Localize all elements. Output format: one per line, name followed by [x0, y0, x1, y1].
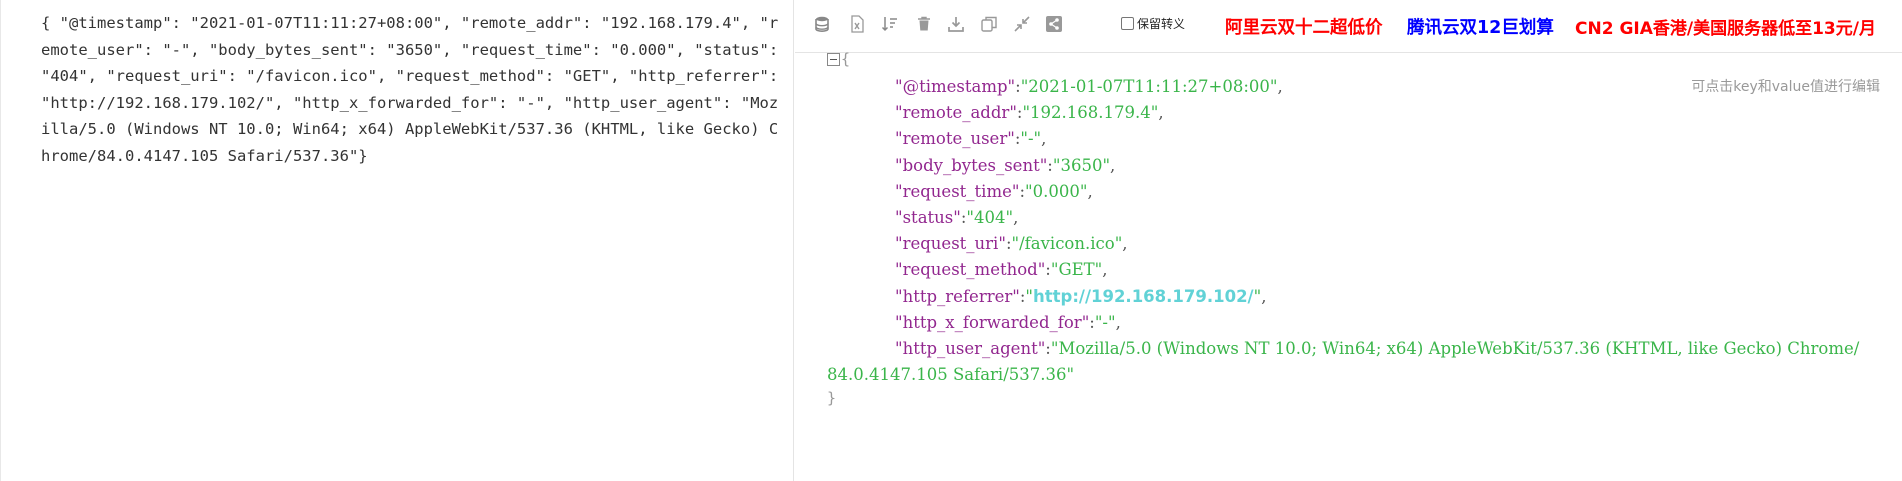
json-entry-remote-addr: "remote_addr":"192.168.179.4", [895, 103, 1164, 123]
ad-link-tencent[interactable]: 腾讯云双12巨划算 [1407, 14, 1554, 39]
json-value[interactable]: "-" [1095, 313, 1116, 332]
trash-icon[interactable] [913, 13, 935, 35]
json-entry-body-bytes-sent: "body_bytes_sent":"3650", [895, 155, 1116, 175]
json-value[interactable]: "GET" [1051, 260, 1102, 279]
close-brace: } [827, 389, 837, 407]
json-key[interactable]: "remote_addr" [895, 103, 1017, 122]
json-entry-request-method: "request_method":"GET", [895, 260, 1108, 280]
json-key[interactable]: "status" [895, 208, 961, 227]
json-entry-request-uri: "request_uri":"/favicon.ico", [895, 234, 1128, 254]
excel-icon[interactable] [846, 13, 868, 35]
keep-escape-label: 保留转义 [1137, 17, 1186, 31]
json-entry-timestamp: "@timestamp":"2021-01-07T11:11:27+08:00"… [895, 77, 1283, 96]
json-value[interactable]: "3650" [1053, 156, 1110, 175]
json-value-quote: " [1025, 286, 1033, 306]
open-brace: { [841, 50, 851, 68]
json-key[interactable]: "http_x_forwarded_for" [895, 313, 1089, 332]
json-key[interactable]: "http_user_agent" [895, 339, 1045, 358]
json-key[interactable]: "body_bytes_sent" [895, 156, 1047, 175]
json-value[interactable]: "192.168.179.4" [1022, 103, 1158, 122]
json-entry-http-referrer: "http_referrer":"http://192.168.179.102/… [895, 286, 1267, 306]
json-value[interactable]: "-" [1020, 129, 1041, 148]
database-icon[interactable] [811, 13, 833, 35]
json-value-link[interactable]: http://192.168.179.102/ [1033, 287, 1254, 306]
json-key[interactable]: "request_method" [895, 260, 1045, 279]
json-key[interactable]: "request_time" [895, 182, 1019, 201]
download-icon[interactable] [945, 13, 967, 35]
json-entry-http-x-forwarded-for: "http_x_forwarded_for":"-", [895, 312, 1121, 332]
json-key[interactable]: "request_uri" [895, 234, 1006, 253]
raw-json-panel[interactable]: { "@timestamp": "2021-01-07T11:11:27+08:… [0, 0, 794, 481]
json-key[interactable]: "remote_user" [895, 129, 1015, 148]
sort-icon[interactable] [879, 13, 901, 35]
json-tree: "@timestamp":"2021-01-07T11:11:27+08:00"… [827, 74, 1867, 388]
json-value[interactable]: "/favicon.ico" [1012, 234, 1123, 253]
json-key[interactable]: "@timestamp" [895, 77, 1015, 96]
json-value[interactable]: "404" [966, 208, 1013, 227]
json-key[interactable]: "http_referrer" [895, 287, 1020, 306]
compress-icon[interactable] [1011, 13, 1033, 35]
json-entry-request-time: "request_time":"0.000", [895, 181, 1093, 201]
json-entry-remote-user: "remote_user":"-", [895, 129, 1047, 149]
copy-icon[interactable] [978, 13, 1000, 35]
formatted-json-panel: 保留转义 阿里云双十二超低价 腾讯云双12巨划算 CN2 GIA香港/美国服务器… [795, 0, 1902, 481]
json-entry-status: "status":"404", [895, 208, 1019, 228]
checkbox-box[interactable] [1121, 17, 1134, 30]
share-icon[interactable] [1043, 13, 1065, 35]
raw-json-text[interactable]: { "@timestamp": "2021-01-07T11:11:27+08:… [41, 10, 781, 169]
json-entry-http-user-agent: "http_user_agent":"Mozilla/5.0 (Windows … [827, 339, 1860, 385]
collapse-icon[interactable] [827, 53, 840, 66]
toolbar: 保留转义 阿里云双十二超低价 腾讯云双12巨划算 CN2 GIA香港/美国服务器… [795, 0, 1902, 53]
keep-escape-checkbox[interactable]: 保留转义 [1121, 15, 1185, 32]
json-value[interactable]: "2021-01-07T11:11:27+08:00" [1021, 77, 1278, 96]
ad-link-cn2[interactable]: CN2 GIA香港/美国服务器低至13元/月 [1575, 14, 1876, 39]
json-value[interactable]: "0.000" [1025, 182, 1087, 201]
ad-link-aliyun[interactable]: 阿里云双十二超低价 [1225, 14, 1383, 39]
